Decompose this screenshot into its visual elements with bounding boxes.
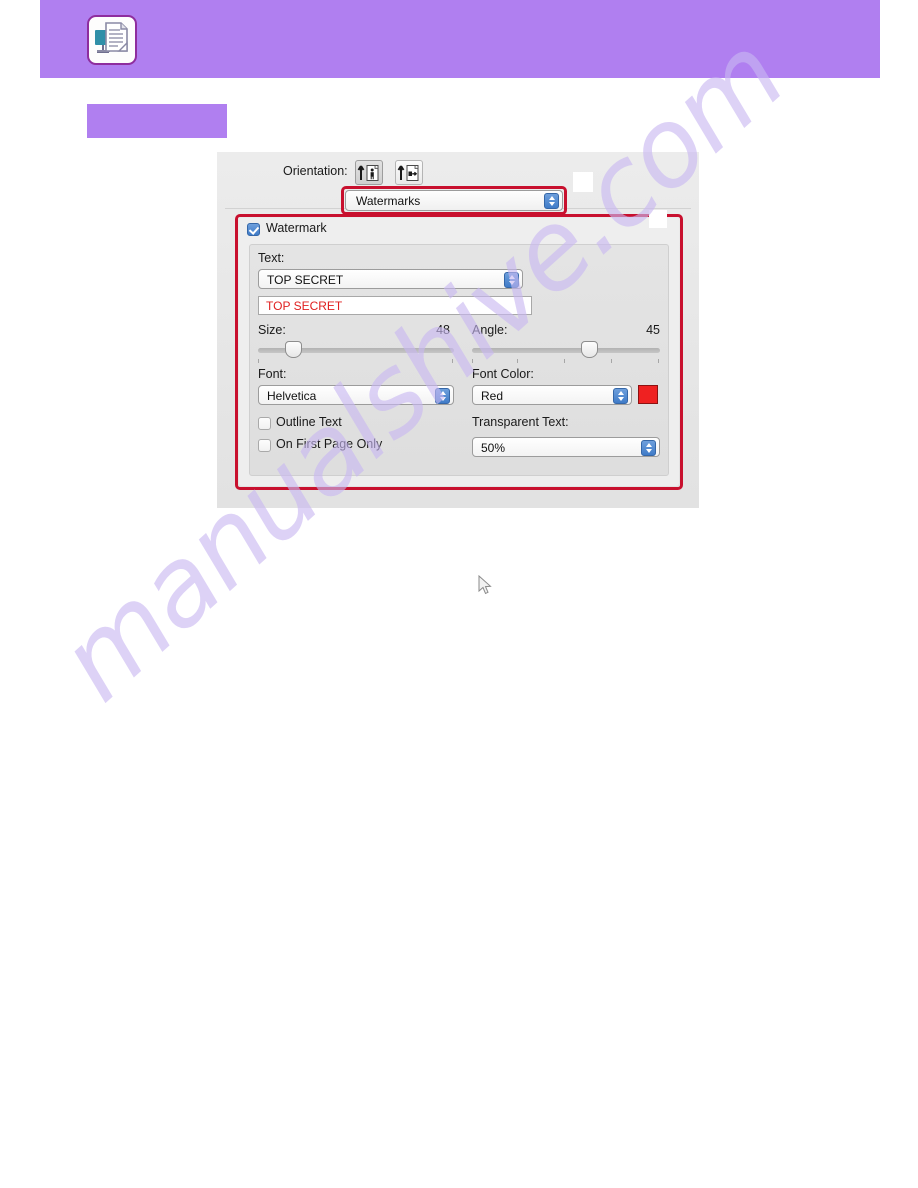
mouse-cursor-icon [477, 574, 493, 602]
text-label: Text: [258, 251, 285, 265]
outline-text-checkbox[interactable] [258, 417, 271, 430]
size-value: 48 [436, 323, 450, 337]
watermark-enable-checkbox[interactable] [247, 223, 260, 236]
watermark-enable-label: Watermark [266, 221, 327, 235]
angle-slider-ticks [472, 359, 660, 364]
orientation-portrait-button[interactable] [355, 160, 383, 185]
on-first-page-only-checkbox[interactable] [258, 439, 271, 452]
chevron-updown-icon[interactable] [504, 272, 519, 288]
pane-selector-dropdown[interactable]: Watermarks [345, 190, 563, 211]
size-slider[interactable] [258, 341, 454, 363]
watermark-options-group: Text: TOP SECRET TOP SECRET Size: 48 Ang… [249, 244, 669, 476]
chevron-updown-icon[interactable] [641, 440, 656, 456]
angle-slider[interactable] [472, 341, 660, 363]
size-slider-thumb[interactable] [285, 341, 303, 358]
transparent-text-dropdown[interactable]: 50% [472, 437, 660, 457]
orientation-label: Orientation: [283, 164, 348, 178]
header-band [40, 0, 880, 78]
angle-label: Angle: [472, 323, 508, 337]
angle-slider-thumb[interactable] [580, 341, 598, 358]
watermark-settings-panel: Watermark Text: TOP SECRET TOP SECRET Si… [239, 218, 679, 486]
size-label: Size: [258, 323, 286, 337]
font-color-dropdown[interactable]: Red [472, 385, 632, 405]
font-color-dropdown-value: Red [481, 389, 504, 403]
on-first-page-only-label: On First Page Only [276, 437, 383, 451]
outline-text-label: Outline Text [276, 415, 342, 429]
section-caption-block [87, 104, 227, 138]
chevron-updown-icon[interactable] [613, 388, 628, 404]
redacted-area-top [573, 172, 593, 192]
printer-document-icon [87, 15, 137, 65]
print-dialog-screenshot: Orientation: Watermarks Watermark Text: … [217, 152, 699, 508]
pane-selector-value: Watermarks [356, 194, 421, 208]
watermark-text-input[interactable]: TOP SECRET [258, 296, 532, 315]
chevron-updown-icon[interactable] [435, 388, 450, 404]
watermark-text-dropdown[interactable]: TOP SECRET [258, 269, 523, 289]
watermark-text-value: TOP SECRET [266, 299, 343, 313]
orientation-row: Orientation: [217, 158, 699, 186]
transparent-text-label: Transparent Text: [472, 415, 569, 429]
orientation-landscape-button[interactable] [395, 160, 423, 185]
font-color-label: Font Color: [472, 367, 534, 381]
dialog-background: Orientation: Watermarks Watermark Text: … [217, 152, 699, 508]
size-slider-ticks [258, 359, 454, 364]
font-color-swatch[interactable] [638, 385, 658, 404]
angle-slider-track [472, 348, 660, 353]
redacted-area-right [649, 210, 667, 228]
font-label: Font: [258, 367, 287, 381]
font-dropdown[interactable]: Helvetica [258, 385, 454, 405]
font-dropdown-value: Helvetica [267, 389, 317, 403]
chevron-updown-icon[interactable] [544, 193, 559, 209]
angle-value: 45 [646, 323, 660, 337]
watermark-text-dropdown-value: TOP SECRET [267, 273, 344, 287]
transparent-text-value: 50% [481, 441, 506, 455]
